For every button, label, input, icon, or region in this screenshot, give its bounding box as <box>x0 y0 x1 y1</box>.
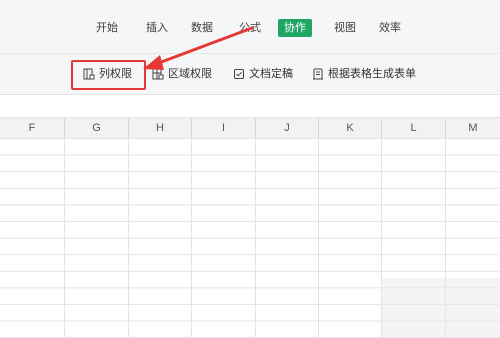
column-header-i[interactable]: I <box>192 118 256 138</box>
doc-finalize-label: 文档定稿 <box>249 67 293 80</box>
watermark-area <box>382 278 500 338</box>
finalize-check-icon <box>234 69 244 79</box>
column-header-k[interactable]: K <box>319 118 382 138</box>
region-permission-label: 区域权限 <box>168 67 212 80</box>
tab-data[interactable]: 数据 <box>191 19 213 37</box>
column-header-m[interactable]: M <box>446 118 500 138</box>
tab-collaborate[interactable]: 协作 <box>278 19 312 37</box>
annotation-highlight-box <box>71 60 146 90</box>
grid-divider <box>255 138 256 338</box>
grid-divider <box>318 138 319 338</box>
tab-formula[interactable]: 公式 <box>239 19 261 37</box>
region-permission-button[interactable]: 区域权限 <box>152 65 212 83</box>
tab-start[interactable]: 开始 <box>96 19 118 37</box>
tab-insert[interactable]: 插入 <box>146 19 168 37</box>
column-header-row: F G H I J K L M <box>0 117 500 139</box>
tab-view[interactable]: 视图 <box>334 19 356 37</box>
form-icon <box>313 68 323 80</box>
column-header-f[interactable]: F <box>0 118 65 138</box>
region-permission-icon <box>152 68 164 80</box>
tab-efficiency[interactable]: 效率 <box>379 19 401 37</box>
column-header-g[interactable]: G <box>65 118 129 138</box>
column-header-h[interactable]: H <box>129 118 192 138</box>
generate-form-button[interactable]: 根据表格生成表单 <box>312 65 416 83</box>
grid-divider <box>64 138 65 338</box>
column-header-j[interactable]: J <box>256 118 319 138</box>
grid-divider <box>191 138 192 338</box>
ribbon-menu-bar: 开始 插入 数据 公式 协作 视图 效率 <box>0 0 500 54</box>
grid-divider <box>128 138 129 338</box>
doc-finalize-button[interactable]: 文档定稿 <box>233 65 293 83</box>
formula-bar-area <box>0 95 500 117</box>
generate-form-label: 根据表格生成表单 <box>328 67 416 80</box>
column-header-l[interactable]: L <box>382 118 446 138</box>
